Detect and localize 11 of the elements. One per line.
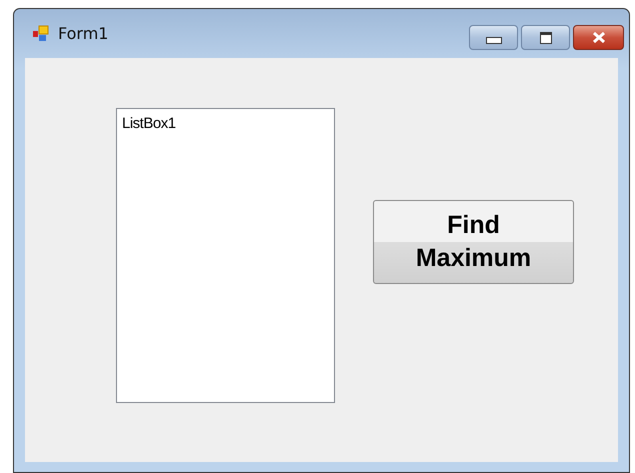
find-maximum-button[interactable]: Find Maximum <box>373 200 574 284</box>
minimize-icon <box>486 37 502 44</box>
list-item[interactable]: ListBox1 <box>122 115 329 132</box>
maximize-button[interactable] <box>521 25 570 50</box>
window-title: Form1 <box>58 24 108 43</box>
minimize-button[interactable] <box>469 25 518 50</box>
close-button[interactable] <box>573 25 624 50</box>
close-icon <box>592 32 606 43</box>
maximize-icon <box>540 32 552 44</box>
list-box[interactable]: ListBox1 <box>116 108 335 403</box>
app-icon <box>32 24 50 42</box>
